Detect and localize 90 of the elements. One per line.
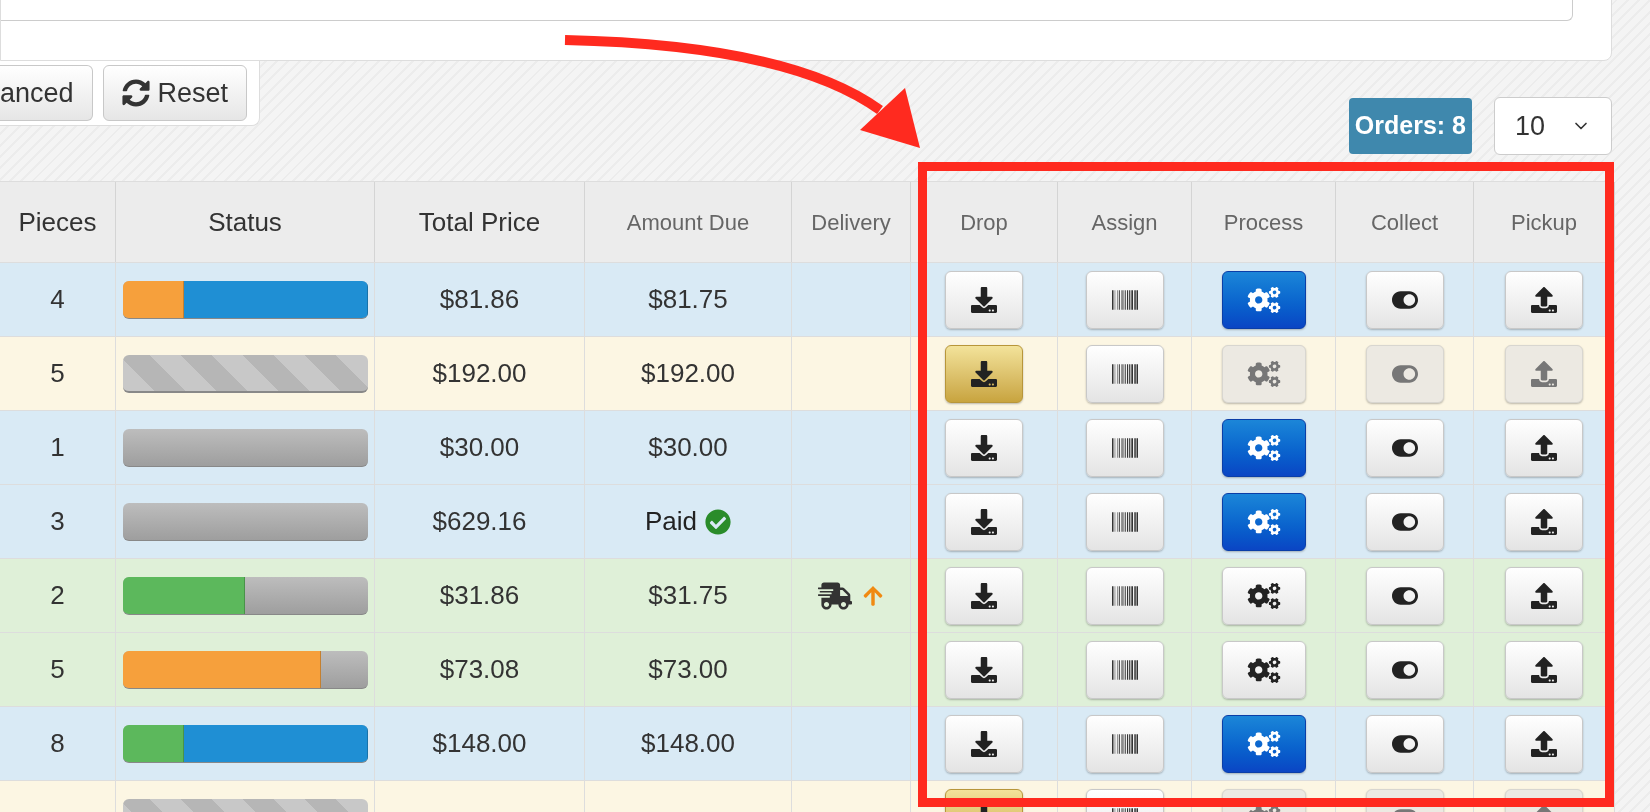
pickup-button[interactable]: [1505, 270, 1583, 329]
download-icon: [971, 360, 997, 387]
gears-icon: [1245, 508, 1282, 535]
table-cell-text: $73.08: [439, 653, 520, 686]
text-field[interactable]: [1, 0, 1573, 21]
gears-icon: [1245, 730, 1282, 757]
pickup-button[interactable]: [1505, 566, 1583, 625]
gears-icon: [1245, 434, 1282, 461]
table-cell-text: $30.00: [648, 431, 728, 464]
collect-button[interactable]: [1365, 270, 1444, 329]
assign-button[interactable]: [1085, 344, 1164, 403]
process-button[interactable]: [1221, 492, 1306, 551]
drop-button[interactable]: [945, 418, 1023, 477]
drop-button[interactable]: [945, 640, 1023, 699]
download-icon: [971, 730, 997, 757]
process-button[interactable]: [1221, 714, 1306, 773]
assign-button[interactable]: [1085, 566, 1164, 625]
assign-button[interactable]: [1085, 714, 1164, 773]
table-cell-text: 4: [50, 283, 65, 316]
download-icon: [971, 508, 997, 535]
table-cell-text: $30.00: [439, 431, 520, 464]
collect-button[interactable]: [1365, 566, 1444, 625]
table-cell-text: $629.16: [432, 505, 527, 538]
column-header: Delivery: [792, 182, 911, 262]
table-cell-text: $192.00: [432, 357, 527, 390]
table-cell-text: $31.86: [439, 579, 520, 612]
pickup-button[interactable]: [1505, 418, 1583, 477]
column-header: Drop: [911, 182, 1058, 262]
gears-icon: [1245, 360, 1282, 387]
table-cell-text: $148.00: [641, 727, 735, 760]
table-cell-text: $81.75: [648, 283, 728, 316]
column-header: Process: [1192, 182, 1336, 262]
pickup-button[interactable]: [1505, 714, 1583, 773]
upload-icon: [1531, 434, 1557, 461]
table-cell-text: 2: [50, 579, 65, 612]
table-cell-text: 8: [50, 727, 65, 760]
collect-button[interactable]: [1365, 492, 1444, 551]
truck-icon: [818, 581, 852, 610]
arrow-up-icon: [862, 584, 884, 607]
upload-icon: [1531, 360, 1557, 387]
column-header: Status: [116, 182, 375, 262]
table-cell-text: 5: [50, 653, 65, 686]
collect-button[interactable]: [1365, 640, 1444, 699]
gears-icon: [1245, 582, 1282, 609]
collect-button[interactable]: [1365, 418, 1444, 477]
process-button[interactable]: [1221, 270, 1306, 329]
upload-icon: [1531, 656, 1557, 683]
download-icon: [971, 286, 997, 313]
upload-icon: [1531, 286, 1557, 313]
upload-icon: [1531, 730, 1557, 757]
drop-button[interactable]: [945, 344, 1023, 403]
column-header: Amount Due: [585, 182, 792, 262]
process-button[interactable]: [1221, 418, 1306, 477]
refresh-icon: [121, 79, 150, 107]
column-header: Total Price: [375, 182, 585, 262]
table-cell-text: 1: [50, 431, 65, 464]
column-header: Assign: [1058, 182, 1192, 262]
table-cell-text: 3: [50, 505, 65, 538]
column-header: Pickup: [1474, 182, 1615, 262]
column-header: Collect: [1336, 182, 1474, 262]
download-icon: [971, 656, 997, 683]
assign-button[interactable]: [1085, 270, 1164, 329]
reset-button[interactable]: Reset: [102, 65, 248, 121]
drop-button[interactable]: [945, 566, 1023, 625]
gears-icon: [1245, 656, 1282, 683]
table-cell-text: $81.86: [439, 283, 520, 316]
gears-icon: [1245, 286, 1282, 313]
collect-button[interactable]: [1365, 714, 1444, 773]
table-cell-text: $31.75: [648, 579, 728, 612]
assign-button[interactable]: [1085, 640, 1164, 699]
drop-button[interactable]: [945, 270, 1023, 329]
table-cell-text: $192.00: [641, 357, 735, 390]
drop-button[interactable]: [945, 714, 1023, 773]
table-cell-text: $73.00: [648, 653, 728, 686]
page-size-select[interactable]: 10: [1494, 97, 1612, 155]
upload-icon: [1531, 508, 1557, 535]
pickup-button[interactable]: [1505, 492, 1583, 551]
download-icon: [971, 434, 997, 461]
table-cell-text: Paid: [644, 505, 697, 538]
upload-icon: [1531, 582, 1557, 609]
download-icon: [971, 582, 997, 609]
table-cell-text: 5: [50, 357, 65, 390]
advanced-button[interactable]: anced: [0, 65, 93, 121]
assign-button[interactable]: [1085, 492, 1164, 551]
table-cell-text: $148.00: [432, 727, 527, 760]
pickup-button[interactable]: [1505, 640, 1583, 699]
assign-button[interactable]: [1085, 418, 1164, 477]
orders-count-badge: Orders: 8: [1348, 98, 1472, 154]
column-header: Pieces: [0, 182, 116, 262]
drop-button[interactable]: [945, 492, 1023, 551]
